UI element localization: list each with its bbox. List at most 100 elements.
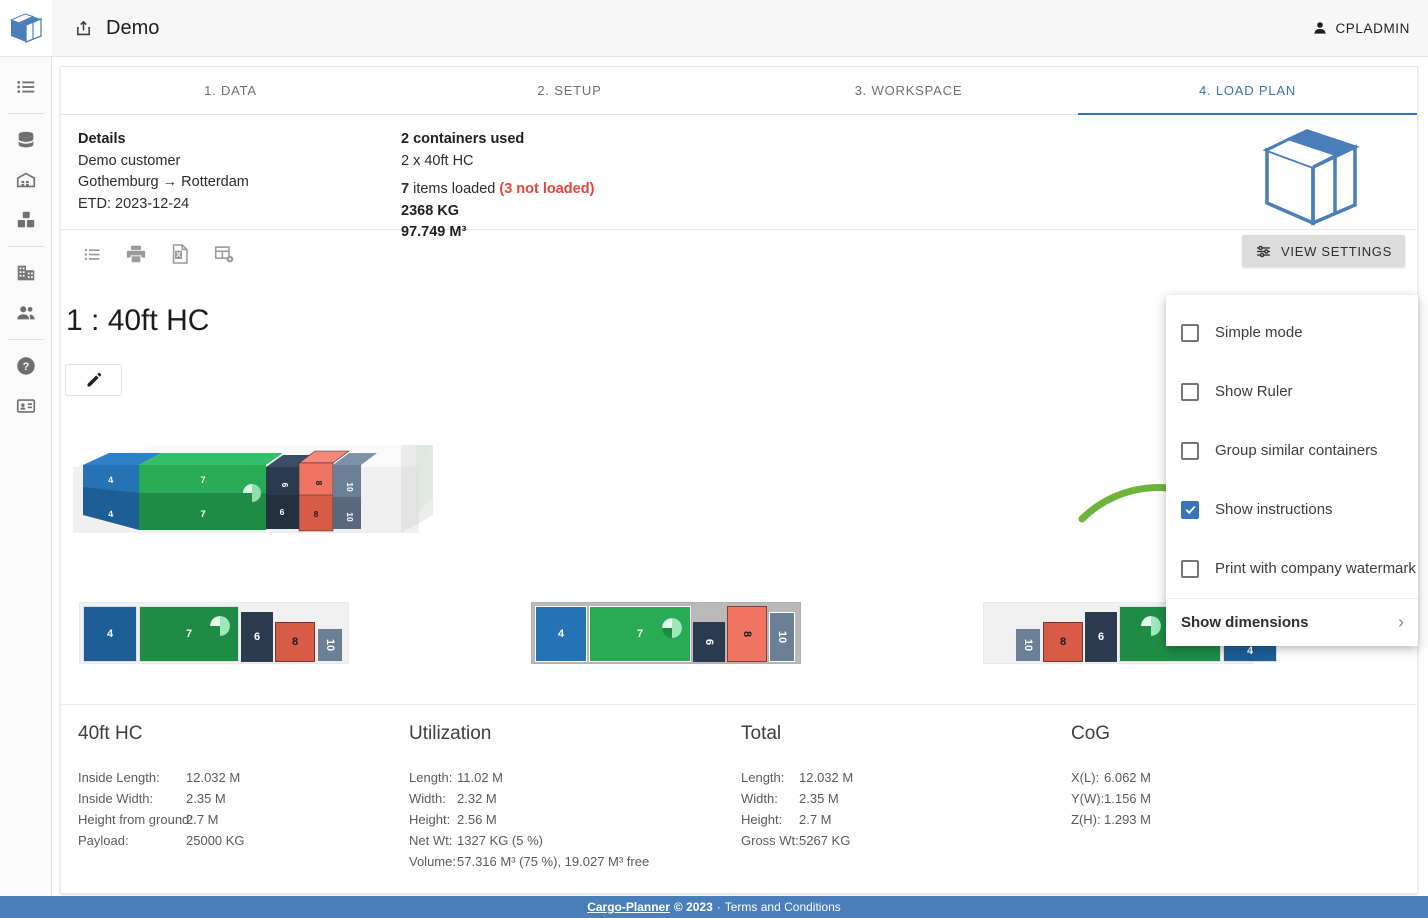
contact-card-icon (15, 395, 37, 417)
sidebar-item-warehouse[interactable] (0, 160, 52, 200)
menu-label: Simple mode (1215, 324, 1303, 341)
cog-marker-rear (1141, 616, 1161, 636)
menu-label: Print with company watermark (1215, 560, 1416, 577)
view-2d-side[interactable]: 4 7 6 8 10 (79, 602, 349, 664)
toolbar-list-view[interactable] (77, 239, 107, 269)
svg-text:?: ? (22, 361, 29, 373)
list-view-icon (82, 244, 103, 265)
sidebar-item-list[interactable] (0, 67, 52, 107)
page-title: Demo (106, 17, 159, 40)
box-6: 6 (1085, 612, 1117, 662)
stat-row: Height from ground:2.7 M (78, 809, 245, 830)
sidebar-item-company[interactable] (0, 253, 52, 293)
toolbar-excel-export[interactable]: X (165, 239, 195, 269)
svg-text:6: 6 (280, 483, 290, 488)
help-icon: ? (15, 355, 37, 377)
user-menu[interactable]: CPLADMIN (1312, 20, 1410, 36)
box-6: 6 (693, 622, 725, 662)
details-heading: Details (78, 129, 249, 151)
checkbox-show-ruler[interactable] (1181, 383, 1199, 401)
stats-section: 40ft HC Inside Length:12.032 M Inside Wi… (61, 704, 1417, 864)
toolbar-table-settings[interactable] (209, 239, 239, 269)
footer: Cargo-Planner © 2023 · Terms and Conditi… (0, 896, 1428, 918)
container-3d-render: 4 4 7 7 6 6 8 8 10 10 (61, 405, 461, 595)
tab-workspace[interactable]: 3. WORKSPACE (739, 67, 1078, 114)
stat-row: X(L):6.062 M (1071, 767, 1151, 788)
checkbox-print-watermark[interactable] (1181, 560, 1199, 578)
items-loaded-line: 7 items loaded (3 not loaded) (401, 179, 594, 201)
stat-row: Length:11.02 M (409, 767, 649, 788)
tab-data[interactable]: 1. DATA (61, 67, 400, 114)
cog-marker-3d (243, 484, 261, 502)
svg-text:4: 4 (108, 509, 114, 519)
svg-text:7: 7 (200, 475, 205, 486)
footer-copyright: © 2023 (674, 900, 713, 914)
toolbar-icon-group: X (77, 239, 239, 269)
sidebar: ? (0, 0, 52, 918)
details-middle: 2 containers used 2 x 40ft HC 7 items lo… (401, 129, 594, 244)
app-logo[interactable] (0, 0, 52, 57)
table-settings-icon (213, 243, 235, 265)
menu-item-show-ruler[interactable]: Show Ruler (1166, 362, 1418, 421)
sidebar-item-help[interactable]: ? (0, 346, 52, 386)
footer-brand-link[interactable]: Cargo-Planner (587, 900, 670, 914)
excel-export-icon: X (169, 243, 191, 265)
people-icon (15, 302, 37, 324)
top-header: Demo CPLADMIN (52, 0, 1428, 57)
stat-row: Volume:57.316 M³ (75 %), 19.027 M³ free (409, 851, 649, 872)
sidebar-divider-3 (8, 339, 44, 340)
stats-cog: CoG X(L):6.062 M Y(W):1.156 M Z(H):1.293… (1071, 723, 1151, 830)
tab-setup[interactable]: 2. SETUP (400, 67, 739, 114)
sidebar-divider-2 (8, 246, 44, 247)
box-6: 6 (241, 612, 273, 662)
stat-row: Net Wt:1327 KG (5 %) (409, 830, 649, 851)
menu-label: Show instructions (1215, 501, 1333, 518)
stat-row: Z(H):1.293 M (1071, 809, 1151, 830)
checkbox-group-similar-containers[interactable] (1181, 442, 1199, 460)
menu-label: Show Ruler (1215, 383, 1293, 400)
menu-item-group-similar-containers[interactable]: Group similar containers (1166, 421, 1418, 480)
pencil-icon (85, 371, 103, 389)
svg-text:X: X (176, 250, 181, 259)
checkbox-simple-mode[interactable] (1181, 324, 1199, 342)
tab-bar: 1. DATA 2. SETUP 3. WORKSPACE 4. LOAD PL… (61, 67, 1417, 115)
menu-item-show-dimensions[interactable]: Show dimensions › (1166, 598, 1418, 646)
sidebar-item-users[interactable] (0, 293, 52, 333)
details-section: Details Demo customer Gothemburg → Rotte… (61, 115, 1417, 230)
sidebar-divider-1 (8, 113, 44, 114)
view-settings-button[interactable]: VIEW SETTINGS (1242, 235, 1405, 267)
sidebar-item-database[interactable] (0, 120, 52, 160)
menu-item-simple-mode[interactable]: Simple mode (1166, 303, 1418, 362)
share-button[interactable] (68, 13, 98, 43)
checkbox-show-instructions[interactable] (1181, 501, 1199, 519)
svg-text:10: 10 (345, 512, 355, 522)
toolbar-print[interactable] (121, 239, 151, 269)
plan-toolbar: X VIEW SETTINGS (61, 230, 1417, 278)
sidebar-item-cargo[interactable] (0, 200, 52, 240)
edit-container-button[interactable] (65, 364, 122, 396)
view-2d-front[interactable]: 4 7 6 8 10 (531, 602, 801, 664)
box-10: 10 (769, 612, 795, 662)
svg-text:7: 7 (200, 509, 205, 520)
menu-item-print-watermark[interactable]: Print with company watermark (1166, 539, 1418, 598)
stat-row: Height:2.56 M (409, 809, 649, 830)
menu-label: Group similar containers (1215, 442, 1378, 459)
svg-text:6: 6 (280, 507, 285, 517)
list-icon (15, 76, 37, 98)
details-left: Details Demo customer Gothemburg → Rotte… (78, 129, 249, 215)
stats-total-title: Total (741, 723, 853, 745)
tab-load-plan[interactable]: 4. LOAD PLAN (1078, 67, 1417, 114)
stats-utilization-title: Utilization (409, 723, 649, 745)
stat-row: Inside Length:12.032 M (78, 767, 245, 788)
stat-row: Height:2.7 M (741, 809, 853, 830)
person-icon (1312, 20, 1328, 36)
stats-container-title: 40ft HC (78, 723, 245, 745)
items-not-loaded: (3 not loaded) (499, 181, 594, 197)
stats-cog-title: CoG (1071, 723, 1151, 745)
footer-separator: · (717, 900, 721, 914)
cargo-planner-cube-logo-icon (1255, 125, 1365, 230)
footer-terms-link[interactable]: Terms and Conditions (725, 900, 841, 914)
details-customer: Demo customer (78, 151, 249, 173)
menu-item-show-instructions[interactable]: Show instructions (1166, 480, 1418, 539)
sidebar-item-contact[interactable] (0, 386, 52, 426)
